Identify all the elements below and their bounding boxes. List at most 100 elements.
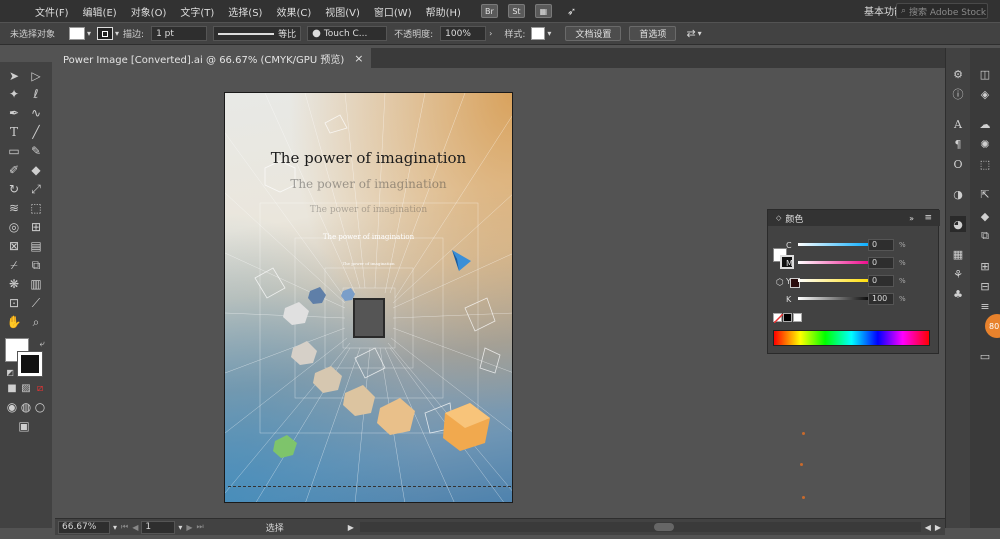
menu-window[interactable]: 窗口(W) — [367, 4, 419, 19]
column-graph-tool-icon[interactable]: ▥ — [28, 276, 44, 292]
lasso-tool-icon[interactable]: ℓ — [28, 86, 44, 102]
character-icon[interactable]: A — [950, 116, 966, 132]
symbols-icon[interactable]: ♣ — [950, 286, 966, 302]
white-swatch[interactable] — [793, 313, 802, 322]
stroke-label[interactable]: 描边: — [123, 27, 144, 40]
zoom-tool-icon[interactable]: ⌕ — [28, 314, 44, 330]
black-slider[interactable] — [798, 297, 872, 300]
menu-select[interactable]: 选择(S) — [221, 4, 269, 19]
color-spectrum[interactable] — [773, 330, 930, 346]
layers-icon[interactable]: ◆ — [977, 208, 993, 224]
free-transform-tool-icon[interactable]: ⬚ — [28, 200, 44, 216]
shaper-tool-icon[interactable]: ✐ — [6, 162, 22, 178]
next-artboard-icon[interactable]: ▶ — [186, 523, 192, 532]
horizontal-scrollbar[interactable] — [359, 522, 921, 532]
none-mode-icon[interactable]: ⧄ — [32, 380, 48, 396]
artboard-number-field[interactable]: 1 — [141, 520, 176, 534]
gpu-performance-icon[interactable]: ➶ — [567, 5, 576, 18]
rotate-tool-icon[interactable]: ↻ — [6, 181, 22, 197]
scrollbar-thumb[interactable] — [653, 523, 674, 531]
collapse-icon[interactable]: ◇ — [776, 214, 781, 222]
yellow-value[interactable]: 0 — [868, 275, 894, 287]
line-tool-icon[interactable]: ╱ — [28, 124, 44, 140]
arrange-documents-icon[interactable]: ▦ — [534, 4, 552, 18]
rectangle-tool-icon[interactable]: ▭ — [6, 143, 22, 159]
color-panel-icon[interactable]: ◕ — [950, 216, 966, 232]
last-artboard-icon[interactable]: ⏭ — [197, 522, 204, 532]
artboard[interactable]: The power of imagination The power of im… — [224, 92, 513, 503]
stroke-panel-icon[interactable]: ≡ — [977, 298, 993, 314]
paragraph-icon[interactable]: ¶ — [950, 136, 966, 152]
color-panel-header[interactable]: ◇ 颜色 » ≡ — [768, 210, 940, 226]
menu-object[interactable]: 对象(O) — [124, 4, 174, 19]
swatches-icon[interactable]: ▦ — [950, 246, 966, 262]
swap-colors-icon[interactable]: ⤶ — [34, 336, 50, 352]
info-icon[interactable]: ⓘ — [950, 86, 966, 102]
appearance-icon[interactable]: ◫ — [977, 66, 993, 82]
yellow-slider[interactable] — [798, 279, 872, 282]
curvature-tool-icon[interactable]: ∿ — [28, 105, 44, 121]
width-tool-icon[interactable]: ≋ — [6, 200, 22, 216]
close-tab-icon[interactable]: × — [354, 52, 363, 65]
export-icon[interactable]: ⇱ — [977, 186, 993, 202]
fill-swatch[interactable] — [69, 27, 86, 40]
arrange-dropdown-icon[interactable]: ▾ — [698, 29, 702, 38]
zoom-dropdown-icon[interactable]: ▾ — [113, 523, 117, 532]
stroke-dropdown-icon[interactable]: ▾ — [115, 29, 119, 38]
blend-tool-icon[interactable]: ⧉ — [28, 257, 44, 273]
eraser-tool-icon[interactable]: ◆ — [28, 162, 44, 178]
fill-dropdown-icon[interactable]: ▾ — [87, 29, 91, 38]
stroke-color-box[interactable] — [17, 351, 43, 377]
color-guide-icon[interactable]: ◑ — [950, 186, 966, 202]
menu-view[interactable]: 视图(V) — [318, 4, 367, 19]
draw-inside-icon[interactable]: ○ — [32, 399, 48, 415]
symbol-sprayer-tool-icon[interactable]: ❋ — [6, 276, 22, 292]
scale-tool-icon[interactable]: ⤢ — [28, 181, 44, 197]
stock-search-input[interactable]: ⌕ 搜索 Adobe Stock — [896, 3, 988, 19]
none-swatch[interactable] — [773, 313, 784, 324]
first-artboard-icon[interactable]: ⏮ — [121, 522, 128, 532]
creative-cloud-icon[interactable]: ☁ — [977, 116, 993, 132]
magic-wand-tool-icon[interactable]: ✦ — [6, 86, 22, 102]
opacity-arrow-icon[interactable]: › — [489, 29, 492, 38]
screen-mode-icon[interactable]: ▣ — [16, 418, 32, 434]
preferences-button[interactable]: 首选项 — [629, 26, 677, 41]
expand-panel-icon[interactable]: » — [909, 214, 914, 223]
variable-width-profile[interactable]: 等比 — [213, 26, 302, 41]
brushes-icon[interactable]: ⚘ — [950, 266, 966, 282]
out-of-gamut-icon[interactable]: ⬡ — [776, 278, 784, 288]
gradient-tool-icon[interactable]: ▤ — [28, 238, 44, 254]
align-icon[interactable]: ⊞ — [977, 258, 993, 274]
properties-icon[interactable]: ⚙ — [950, 66, 966, 82]
zoom-field[interactable]: 66.67% — [58, 520, 110, 534]
eyedropper-tool-icon[interactable]: ⌿ — [6, 257, 22, 273]
mesh-tool-icon[interactable]: ⊠ — [6, 238, 22, 254]
opentype-icon[interactable]: O — [950, 156, 966, 172]
menu-help[interactable]: 帮助(H) — [419, 4, 468, 19]
document-tab[interactable]: Power Image [Converted].ai @ 66.67% (CMY… — [55, 48, 372, 68]
menu-type[interactable]: 文字(T) — [173, 4, 221, 19]
menu-effect[interactable]: 效果(C) — [269, 4, 318, 19]
pen-tool-icon[interactable]: ✒ — [6, 105, 22, 121]
default-colors-icon[interactable]: ◩ — [2, 364, 18, 380]
status-menu-icon[interactable]: ▶ — [348, 523, 354, 532]
stroke-weight-field[interactable]: 1 pt — [151, 26, 208, 41]
opacity-field[interactable]: 100% — [440, 26, 487, 41]
artboard-tool-icon[interactable]: ⊡ — [6, 295, 22, 311]
graphic-style-swatch[interactable] — [531, 27, 546, 40]
pathfinder-icon[interactable]: ⊟ — [977, 278, 993, 294]
artboards-icon[interactable]: ⧉ — [977, 228, 993, 244]
stock-button[interactable]: St — [507, 4, 525, 18]
arrange-icon[interactable]: ⇄ — [686, 27, 695, 40]
gradient-panel-icon[interactable]: ▭ — [977, 348, 993, 364]
assets-icon[interactable]: ✺ — [977, 136, 993, 152]
magenta-slider[interactable] — [798, 261, 872, 264]
cyan-slider[interactable] — [798, 243, 872, 246]
scroll-left-icon[interactable]: ◀ — [925, 523, 931, 532]
black-value[interactable]: 100 — [868, 293, 894, 305]
cyan-value[interactable]: 0 — [868, 239, 894, 251]
transform-icon[interactable]: ⬚ — [977, 156, 993, 172]
brush-definition[interactable]: ● Touch C... — [307, 26, 388, 41]
paintbrush-tool-icon[interactable]: ✎ — [28, 143, 44, 159]
menu-edit[interactable]: 编辑(E) — [76, 4, 124, 19]
